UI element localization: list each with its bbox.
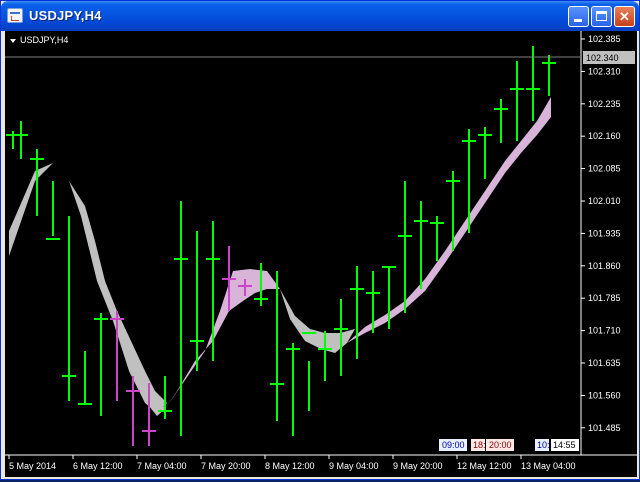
session-marker-1: 09:00 <box>442 440 465 450</box>
window-title: USDJPY,H4 <box>29 8 102 23</box>
ohlc-bar <box>174 201 188 436</box>
ohlc-bar <box>398 181 412 313</box>
ohlc-bar <box>14 121 28 159</box>
ohlc-bar <box>430 216 444 261</box>
ohlc-bar <box>78 351 92 405</box>
ohlc-bar <box>478 127 492 179</box>
ohlc-bar <box>206 221 220 361</box>
band-gray-segment-1 <box>9 163 165 416</box>
price-tick-label: 101.860 <box>588 261 621 271</box>
time-tick-label: 6 May 12:00 <box>73 461 123 471</box>
ohlc-bar <box>46 181 60 240</box>
chart-area[interactable]: 102.385 102.310 102.235 102.160 102.085 102.0… <box>5 31 637 477</box>
time-tick-label: 5 May 2014 <box>9 461 56 471</box>
time-tick-label: 9 May 20:00 <box>393 461 443 471</box>
ohlc-bar <box>190 231 204 371</box>
price-tick-label: 102.310 <box>588 66 621 76</box>
price-tick-label: 101.935 <box>588 228 621 238</box>
ohlc-bar <box>6 131 20 149</box>
ohlc-bar <box>510 61 524 141</box>
session-marker-4: 10: <box>537 440 550 450</box>
price-tick-label: 102.085 <box>588 164 621 174</box>
chart-window-icon[interactable] <box>7 8 23 23</box>
band-pink-segment-2 <box>347 97 551 343</box>
price-chart[interactable]: 102.385 102.310 102.235 102.160 102.085 102.0… <box>5 31 637 477</box>
ohlc-bar <box>414 201 428 289</box>
chart-window: USDJPY,H4 ✕ 102.385 102.310 102.235 102.160… <box>0 0 640 480</box>
price-tick-label: 101.710 <box>588 326 621 336</box>
price-tick-label: 102.160 <box>588 131 621 141</box>
ohlc-bar <box>286 343 300 436</box>
price-tick-label: 102.010 <box>588 196 621 206</box>
ohlc-bar <box>62 216 76 401</box>
current-price-text: 102.340 <box>586 53 619 63</box>
minimize-icon <box>574 19 582 22</box>
price-tick-label: 101.635 <box>588 358 621 368</box>
chevron-down-icon[interactable] <box>10 39 16 43</box>
time-tick-label: 7 May 20:00 <box>201 461 251 471</box>
time-tick-label: 8 May 12:00 <box>265 461 315 471</box>
price-tick-label: 102.385 <box>588 34 621 44</box>
ohlc-bar <box>94 313 108 416</box>
session-marker-3: 20:00 <box>489 440 512 450</box>
close-icon: ✕ <box>619 9 630 24</box>
session-marker-2: 18: <box>473 440 486 450</box>
time-tick-label: 9 May 04:00 <box>329 461 379 471</box>
time-tick-label: 12 May 12:00 <box>457 461 512 471</box>
price-tick-label: 101.560 <box>588 390 621 400</box>
symbol-label: USDJPY,H4 <box>20 35 68 45</box>
minimize-button[interactable] <box>568 6 589 27</box>
maximize-button[interactable] <box>591 6 612 27</box>
ohlc-bar <box>542 55 556 96</box>
price-tick-label: 102.235 <box>588 99 621 109</box>
maximize-icon <box>596 11 607 21</box>
band-pink-segment-1 <box>165 269 280 409</box>
time-scale: 5 May 2014 6 May 12:00 7 May 04:00 7 May 20… <box>8 455 576 471</box>
ohlc-bar <box>494 99 508 143</box>
price-tick-label: 101.785 <box>588 293 621 303</box>
ohlc-bar <box>350 266 364 359</box>
price-scale: 102.385 102.310 102.235 102.160 102.085 102.0… <box>581 34 621 433</box>
time-tick-label: 13 May 04:00 <box>521 461 576 471</box>
price-tick-label: 101.485 <box>588 423 621 433</box>
session-marker-5: 14:55 <box>553 440 576 450</box>
close-button[interactable]: ✕ <box>614 6 635 27</box>
time-tick-label: 7 May 04:00 <box>137 461 187 471</box>
band-gray-segment-3 <box>280 289 355 353</box>
title-bar[interactable]: USDJPY,H4 ✕ <box>1 1 639 31</box>
